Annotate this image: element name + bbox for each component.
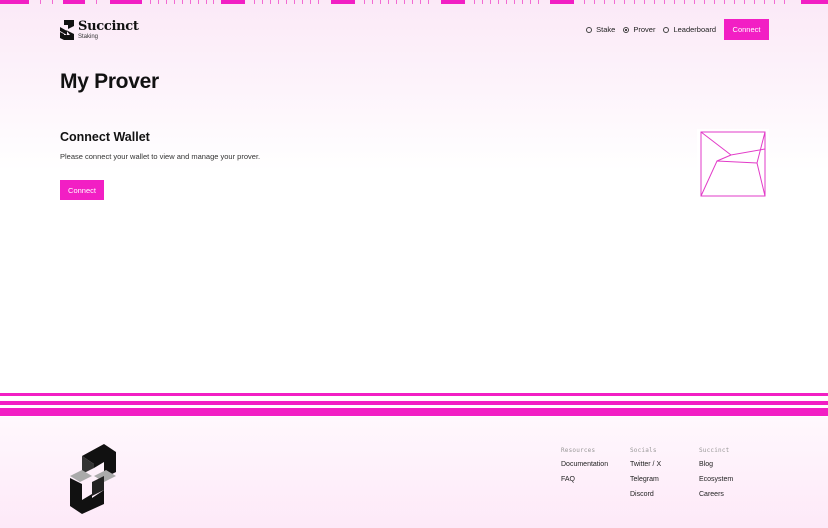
footer-stripe bbox=[0, 408, 828, 416]
brand-name: Succinct bbox=[78, 19, 139, 34]
footer-column-heading: Succinct bbox=[699, 447, 730, 454]
footer-link-careers[interactable]: Careers bbox=[699, 491, 733, 498]
page-title: My Prover bbox=[60, 70, 159, 93]
top-nav: Stake Prover Leaderboard Connect bbox=[586, 19, 769, 40]
footer-stripe bbox=[0, 393, 828, 396]
radio-icon bbox=[586, 26, 593, 33]
connect-wallet-title: Connect Wallet bbox=[60, 130, 150, 144]
wallet-illustration-icon bbox=[697, 129, 769, 199]
top-decorative-strip bbox=[0, 0, 828, 5]
header-connect-button[interactable]: Connect bbox=[724, 19, 769, 40]
footer-column-heading: Resources bbox=[561, 447, 596, 454]
nav-item-label: Leaderboard bbox=[673, 25, 716, 34]
footer-column-resources: Resources Documentation FAQ bbox=[561, 447, 608, 491]
brand-logo[interactable]: Succinct Staking bbox=[60, 20, 139, 40]
footer-stripe bbox=[0, 401, 828, 405]
radio-icon bbox=[663, 26, 670, 33]
succinct-footer-logo-icon bbox=[70, 444, 116, 514]
footer-link-blog[interactable]: Blog bbox=[699, 461, 733, 468]
footer-link-faq[interactable]: FAQ bbox=[561, 476, 608, 483]
connect-wallet-description: Please connect your wallet to view and m… bbox=[60, 152, 261, 161]
nav-item-stake[interactable]: Stake bbox=[586, 25, 615, 34]
footer-column-succinct: Succinct Blog Ecosystem Careers bbox=[699, 447, 733, 506]
footer-column-heading: Socials bbox=[630, 447, 657, 454]
radio-selected-icon bbox=[623, 26, 630, 33]
footer-column-socials: Socials Twitter / X Telegram Discord bbox=[630, 447, 661, 506]
footer-link-telegram[interactable]: Telegram bbox=[630, 476, 661, 483]
connect-wallet-button[interactable]: Connect bbox=[60, 180, 104, 200]
footer-link-ecosystem[interactable]: Ecosystem bbox=[699, 476, 733, 483]
nav-item-label: Prover bbox=[633, 25, 656, 34]
nav-item-label: Stake bbox=[596, 25, 616, 34]
footer-link-twitter[interactable]: Twitter / X bbox=[630, 461, 661, 468]
footer-link-discord[interactable]: Discord bbox=[630, 491, 661, 498]
brand-subtitle: Staking bbox=[78, 34, 99, 40]
succinct-logo-icon bbox=[60, 20, 74, 40]
footer-link-documentation[interactable]: Documentation bbox=[561, 461, 608, 468]
nav-item-leaderboard[interactable]: Leaderboard bbox=[663, 25, 716, 34]
nav-item-prover[interactable]: Prover bbox=[623, 25, 655, 34]
